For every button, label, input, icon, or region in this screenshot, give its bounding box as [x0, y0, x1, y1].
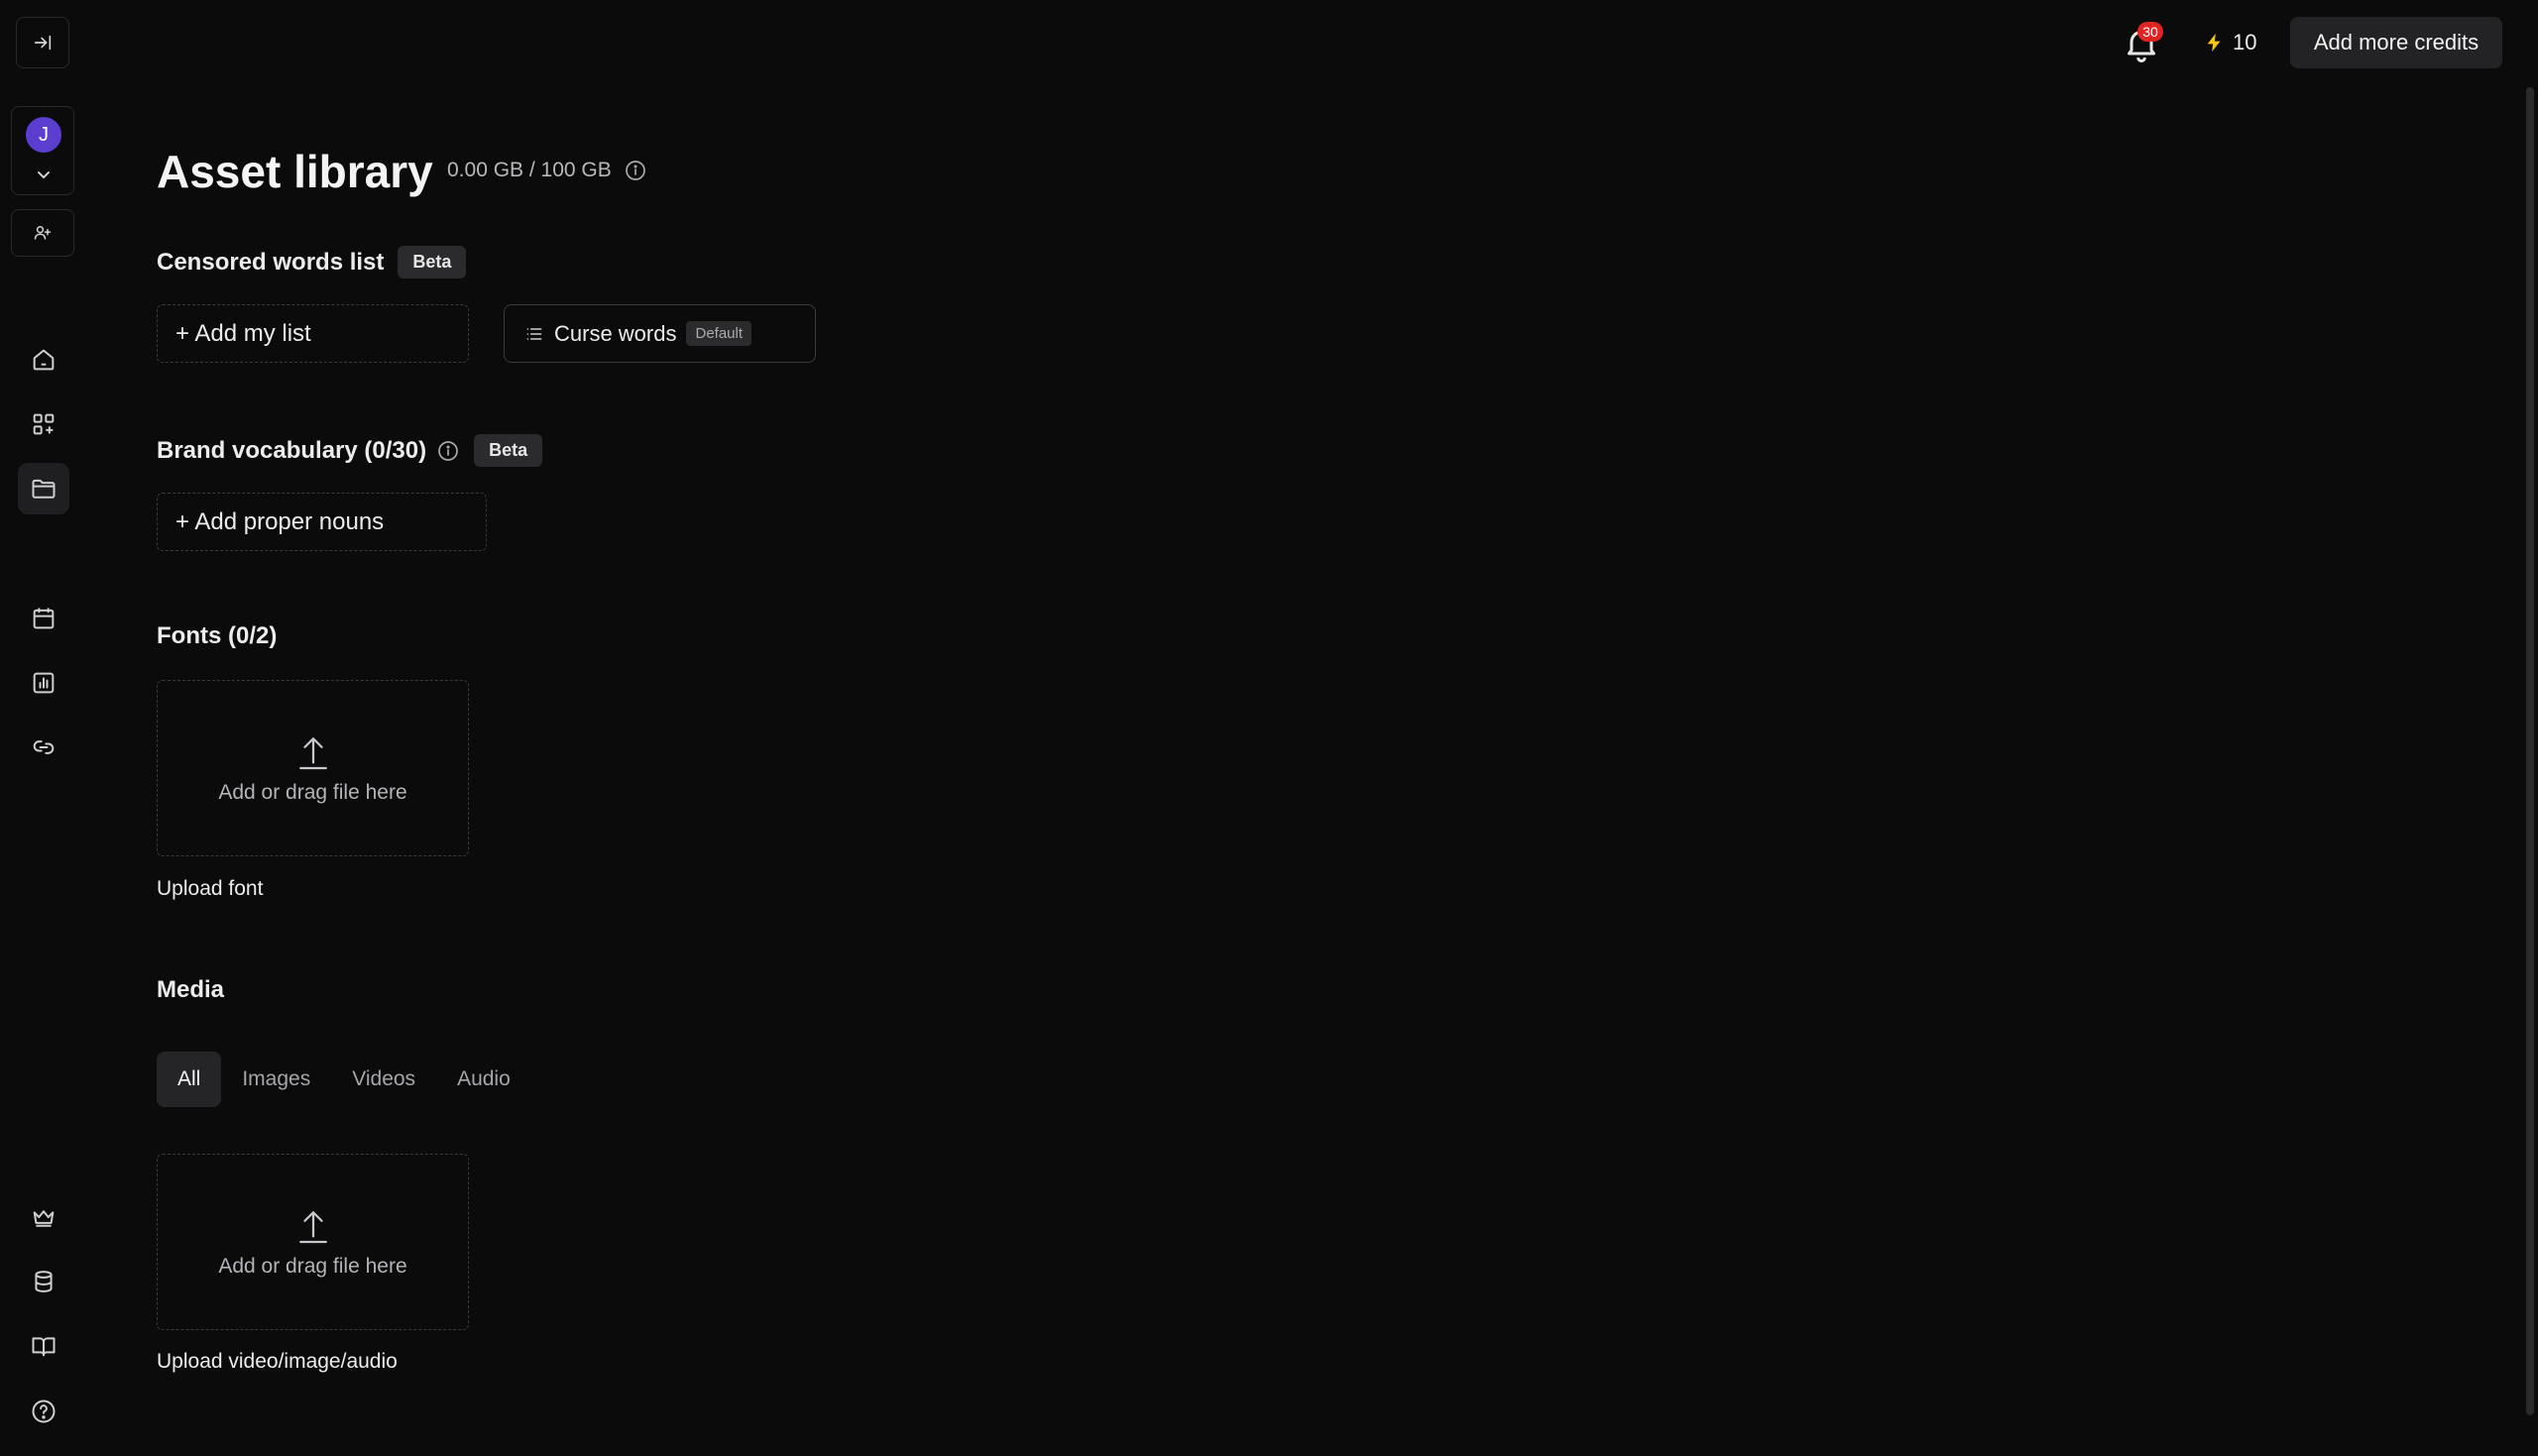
- credits-indicator[interactable]: 10: [2203, 26, 2256, 59]
- home-icon: [33, 349, 55, 371]
- book-icon: [32, 1337, 56, 1357]
- scrollbar[interactable]: [2526, 87, 2534, 1415]
- list-icon: [526, 327, 542, 340]
- invite-user-button[interactable]: [11, 209, 74, 257]
- account-switcher[interactable]: J: [11, 106, 74, 195]
- media-drop-zone[interactable]: Add or drag file here: [157, 1154, 469, 1330]
- media-title: Media: [157, 976, 225, 1003]
- brand-vocabulary-heading: Brand vocabulary (0/30) Beta: [157, 434, 543, 467]
- brand-vocabulary-title: Brand vocabulary (0/30): [157, 436, 427, 464]
- add-more-credits-button[interactable]: Add more credits: [2290, 17, 2502, 68]
- nav-calendar[interactable]: [18, 593, 69, 644]
- upload-media-caption: Upload video/image/audio: [157, 1350, 398, 1373]
- info-icon[interactable]: [624, 159, 647, 182]
- curse-words-label: Curse words: [554, 320, 677, 346]
- nav-help[interactable]: [18, 1386, 69, 1437]
- media-tabs: All Images Videos Audio: [157, 1052, 531, 1107]
- add-user-icon: [34, 226, 52, 240]
- media-heading: Media: [157, 976, 224, 1004]
- media-drop-label: Add or drag file here: [218, 1255, 407, 1278]
- page-title: Asset library: [157, 146, 433, 197]
- fonts-heading: Fonts (0/2): [157, 622, 277, 650]
- sidebar: J: [0, 0, 87, 1456]
- nav-upgrade[interactable]: [18, 1191, 69, 1243]
- tab-images[interactable]: Images: [221, 1052, 331, 1107]
- chevron-down-icon: [38, 171, 50, 179]
- curse-words-list[interactable]: Curse words Default: [504, 304, 816, 363]
- nav-analytics[interactable]: [18, 657, 69, 709]
- folder-icon: [32, 479, 56, 499]
- tab-videos[interactable]: Videos: [331, 1052, 436, 1107]
- collapse-sidebar-button[interactable]: [16, 17, 69, 68]
- storage-text: 0.00 GB / 100 GB: [447, 159, 612, 181]
- upload-icon: [298, 737, 327, 770]
- nav-database[interactable]: [18, 1256, 69, 1307]
- font-drop-zone[interactable]: Add or drag file here: [157, 680, 469, 856]
- calendar-icon: [33, 608, 55, 629]
- apps-icon: [33, 413, 55, 435]
- info-icon[interactable]: [436, 439, 460, 463]
- upload-font-caption: Upload font: [157, 877, 264, 900]
- help-icon: [32, 1400, 56, 1423]
- nav-home[interactable]: [18, 334, 69, 386]
- censored-words-heading: Censored words list Beta: [157, 246, 467, 279]
- chart-icon: [33, 672, 55, 694]
- tab-all[interactable]: All: [157, 1052, 222, 1107]
- collapse-right-icon: [34, 35, 52, 51]
- credits-count: 10: [2233, 30, 2257, 55]
- storage-usage: 0.00 GB / 100 GB: [447, 159, 647, 182]
- add-my-list-button[interactable]: + Add my list: [157, 304, 469, 363]
- upload-icon: [298, 1211, 327, 1244]
- link-icon: [33, 740, 55, 754]
- beta-badge: Beta: [398, 246, 467, 279]
- nav-docs[interactable]: [18, 1320, 69, 1372]
- nav-apps[interactable]: [18, 398, 69, 450]
- crown-icon: [33, 1210, 55, 1227]
- font-drop-label: Add or drag file here: [218, 781, 407, 804]
- default-tag: Default: [686, 321, 752, 346]
- censored-words-title: Censored words list: [157, 248, 385, 276]
- database-icon: [35, 1271, 53, 1292]
- add-proper-nouns-button[interactable]: + Add proper nouns: [157, 493, 487, 551]
- fonts-title: Fonts (0/2): [157, 622, 278, 649]
- nav-asset-library[interactable]: [18, 463, 69, 514]
- notification-badge: 30: [2137, 22, 2163, 42]
- avatar: J: [26, 117, 61, 153]
- lightning-icon: [2207, 33, 2221, 53]
- tab-audio[interactable]: Audio: [436, 1052, 531, 1107]
- nav-links[interactable]: [18, 722, 69, 773]
- beta-badge: Beta: [474, 434, 543, 467]
